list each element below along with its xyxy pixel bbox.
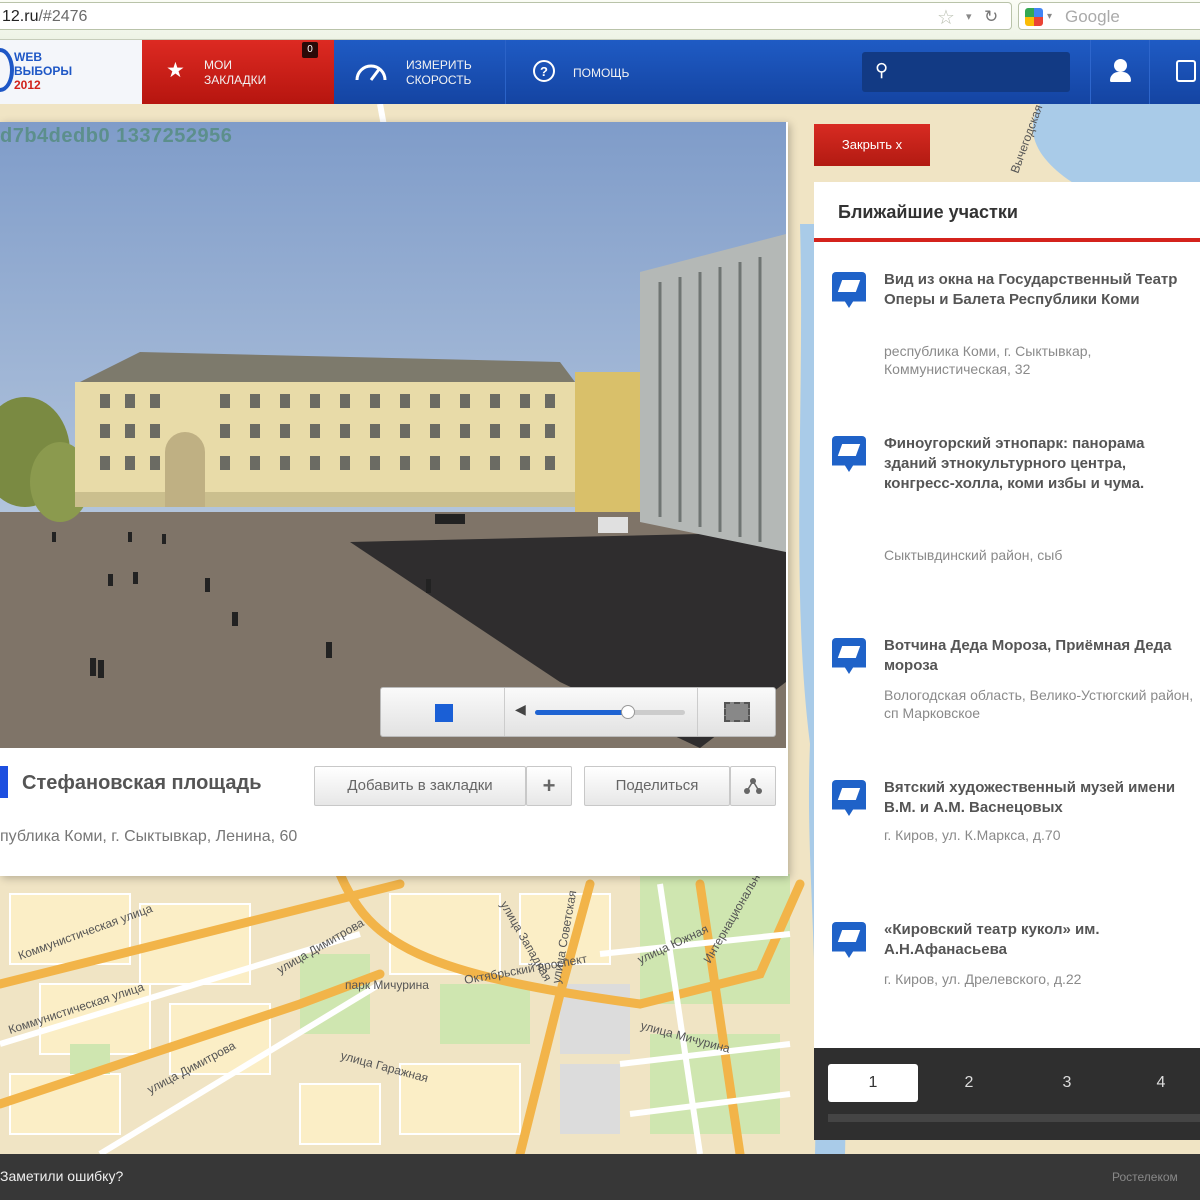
share-icon-button[interactable] xyxy=(730,766,776,806)
fullscreen-button[interactable] xyxy=(697,688,775,736)
title-accent-bar xyxy=(0,766,8,798)
site-search-input[interactable] xyxy=(862,52,1070,92)
volume-slider[interactable] xyxy=(535,705,685,719)
camera-video-stream[interactable]: ◀ xyxy=(0,122,786,748)
speedometer-icon xyxy=(355,64,387,81)
camera-pin-icon xyxy=(832,922,866,958)
list-item-address: г. Киров, ул. Дрелевского, д.22 xyxy=(884,971,1082,987)
browser-search-box[interactable]: ▾ Google xyxy=(1018,2,1200,30)
my-bookmarks-button[interactable]: ★ МОИ ЗАКЛАДКИ 0 xyxy=(142,40,334,104)
star-icon: ★ xyxy=(166,59,185,82)
help-button[interactable]: ? ПОМОЩЬ xyxy=(507,40,667,104)
camera-pin-icon xyxy=(832,638,866,674)
chevron-down-icon: ▾ xyxy=(1047,11,1053,22)
user-icon-body xyxy=(1110,72,1131,82)
logo-ring-icon xyxy=(0,48,14,92)
browser-search-placeholder: Google xyxy=(1065,7,1120,26)
camera-title: Стефановская площадь xyxy=(22,772,262,794)
chevron-down-icon[interactable]: ▾ xyxy=(966,10,972,23)
site-footer: Заметили ошибку? Ростелеком xyxy=(0,1154,1200,1200)
help-label: ПОМОЩЬ xyxy=(573,66,630,80)
report-error-link[interactable]: Заметили ошибку? xyxy=(0,1168,123,1184)
logo-line-3: 2012 xyxy=(14,78,41,92)
bookmark-star-icon[interactable]: ☆ xyxy=(937,5,955,30)
nearby-sites-panel: Ближайшие участки Вид из окна на Государ… xyxy=(814,182,1200,1048)
list-item-address: Сыктывдинский район, сыб xyxy=(884,547,1063,563)
share-button[interactable]: Поделиться xyxy=(584,766,730,806)
camera-pin-icon xyxy=(832,436,866,472)
user-icon xyxy=(1114,59,1127,72)
page-button-1[interactable]: 1 xyxy=(828,1064,918,1102)
pagination-scroll-strip xyxy=(828,1114,1200,1122)
speed-label-1: ИЗМЕРИТЬ xyxy=(406,58,472,72)
list-item-name[interactable]: Вятский художественный музей имени В.М. … xyxy=(884,778,1184,818)
stop-icon xyxy=(435,704,453,722)
user-profile-button[interactable] xyxy=(1090,40,1150,104)
bookmarks-count-badge: 0 xyxy=(302,42,318,58)
volume-level-fill xyxy=(535,710,628,715)
camera-pin-icon xyxy=(832,780,866,816)
browser-toolbar: 12.ru/#2476 ☆ ▾ ↻ ▾ Google xyxy=(0,0,1200,40)
bookmarks-label-2: ЗАКЛАДКИ xyxy=(204,73,267,87)
logo-line-2: ВЫБОРЫ xyxy=(14,64,73,78)
list-item-address: Вологодская область, Велико-Устюгский ра… xyxy=(884,687,1194,721)
fullscreen-icon xyxy=(724,702,750,722)
list-item-address: г. Киров, ул. К.Маркса, д.70 xyxy=(884,827,1061,843)
add-bookmark-button[interactable]: Добавить в закладки xyxy=(314,766,526,806)
speed-label-2: СКОРОСТЬ xyxy=(406,73,472,87)
list-item-name[interactable]: Вид из окна на Государственный Театр Опе… xyxy=(884,270,1184,310)
help-icon: ? xyxy=(533,60,555,82)
volume-slider-handle[interactable] xyxy=(621,705,635,719)
site-header: WEB ВЫБОРЫ 2012 ★ МОИ ЗАКЛАДКИ 0 ИЗМЕРИТ… xyxy=(0,40,1200,104)
reload-icon[interactable]: ↻ xyxy=(984,7,998,27)
page-button-2[interactable]: 2 xyxy=(924,1064,1014,1102)
share-icon xyxy=(744,778,762,794)
pagination: 1 2 3 4 xyxy=(814,1048,1200,1140)
camera-id-overlay: d7b4dedb0 1337252956 xyxy=(0,125,233,147)
volume-icon[interactable]: ◀ xyxy=(515,701,526,718)
search-icon[interactable]: ⚲ xyxy=(875,60,888,81)
bookmarks-label-1: МОИ xyxy=(204,58,232,72)
map-street-label: парк Мичурина xyxy=(345,978,429,992)
address-bar[interactable]: 12.ru/#2476 ☆ ▾ ↻ xyxy=(0,2,1012,30)
list-item-address: республика Коми, г. Сыктывкар, Коммунист… xyxy=(884,343,1092,377)
add-bookmark-plus-button[interactable]: + xyxy=(526,766,572,806)
list-item-name[interactable]: Финоугорский этнопарк: панорама зданий э… xyxy=(884,434,1184,494)
player-controls: ◀ xyxy=(380,687,776,737)
logo-line-1: WEB xyxy=(14,50,42,64)
url-text: 12.ru/#2476 xyxy=(2,8,88,25)
logout-icon[interactable] xyxy=(1176,60,1196,82)
site-logo[interactable]: WEB ВЫБОРЫ 2012 xyxy=(0,40,142,104)
camera-address: публика Коми, г. Сыктывкар, Ленина, 60 xyxy=(0,828,298,845)
panel-title-underline xyxy=(814,238,1200,242)
measure-speed-button[interactable]: ИЗМЕРИТЬ СКОРОСТЬ xyxy=(336,40,506,104)
video-frame-image xyxy=(0,122,786,748)
list-item-name[interactable]: «Кировский театр кукол» им. А.Н.Афанасье… xyxy=(884,920,1184,960)
camera-player-card: ◀ Стефановская площадь Добавить в заклад… xyxy=(0,122,788,876)
page-button-4[interactable]: 4 xyxy=(1116,1064,1200,1102)
list-item-name[interactable]: Вотчина Деда Мороза, Приёмная Деда мороз… xyxy=(884,636,1184,676)
page-button-3[interactable]: 3 xyxy=(1022,1064,1112,1102)
stop-button[interactable] xyxy=(381,688,505,736)
footer-brand[interactable]: Ростелеком xyxy=(1112,1170,1178,1184)
panel-title: Ближайшие участки xyxy=(838,202,1018,222)
google-icon xyxy=(1025,8,1043,26)
camera-pin-icon xyxy=(832,272,866,308)
close-button[interactable]: Закрыть x xyxy=(814,124,930,166)
